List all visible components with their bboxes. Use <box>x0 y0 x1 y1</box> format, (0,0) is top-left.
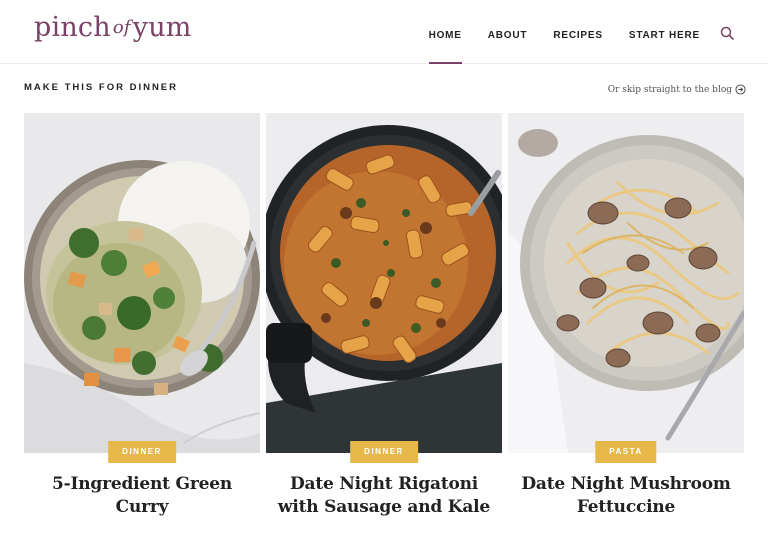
recipe-card[interactable]: DINNER Date Night Rigatoni with Sausage … <box>266 113 502 519</box>
recipe-title[interactable]: 5-Ingredient Green Curry <box>24 473 260 519</box>
recipe-photo-rigatoni[interactable] <box>266 113 502 453</box>
arrow-right-circle-icon <box>735 84 746 95</box>
rigatoni-image <box>266 113 502 453</box>
site-logo[interactable]: pinch ofyum <box>34 12 192 43</box>
recipe-cards: DINNER 5-Ingredient Green Curry DINNER D… <box>24 113 746 519</box>
site-header: pinch ofyum HOME ABOUT RECIPES START HERE <box>0 0 768 64</box>
logo-text-yum: yum <box>132 12 192 43</box>
nav-item-start-here[interactable]: START HERE <box>629 0 700 64</box>
nav-item-recipes[interactable]: RECIPES <box>553 0 603 64</box>
search-icon[interactable] <box>720 26 734 40</box>
nav-item-about[interactable]: ABOUT <box>488 0 528 64</box>
recipe-title[interactable]: Date Night Rigatoni with Sausage and Kal… <box>266 473 502 519</box>
recipe-photo-mushroom-fettuccine[interactable] <box>508 113 744 453</box>
recipe-card[interactable]: PASTA Date Night Mushroom Fettuccine <box>508 113 744 519</box>
logo-text-pinch: pinch <box>34 12 111 43</box>
recipe-photo-green-curry[interactable] <box>24 113 260 453</box>
nav-item-home[interactable]: HOME <box>428 0 462 64</box>
category-badge[interactable]: PASTA <box>595 441 657 463</box>
skip-to-blog-label: Or skip straight to the blog <box>607 84 732 95</box>
main-nav: HOME ABOUT RECIPES START HERE <box>403 0 734 64</box>
category-badge[interactable]: DINNER <box>350 441 418 463</box>
section-title: MAKE THIS FOR DINNER <box>24 82 178 93</box>
logo-text-of: of <box>112 17 131 38</box>
recipe-card[interactable]: DINNER 5-Ingredient Green Curry <box>24 113 260 519</box>
category-badge[interactable]: DINNER <box>108 441 176 463</box>
mushroom-fettuccine-image <box>508 113 744 453</box>
green-curry-image <box>24 113 260 453</box>
skip-to-blog-link[interactable]: Or skip straight to the blog <box>608 84 746 95</box>
recipe-title[interactable]: Date Night Mushroom Fettuccine <box>508 473 744 519</box>
